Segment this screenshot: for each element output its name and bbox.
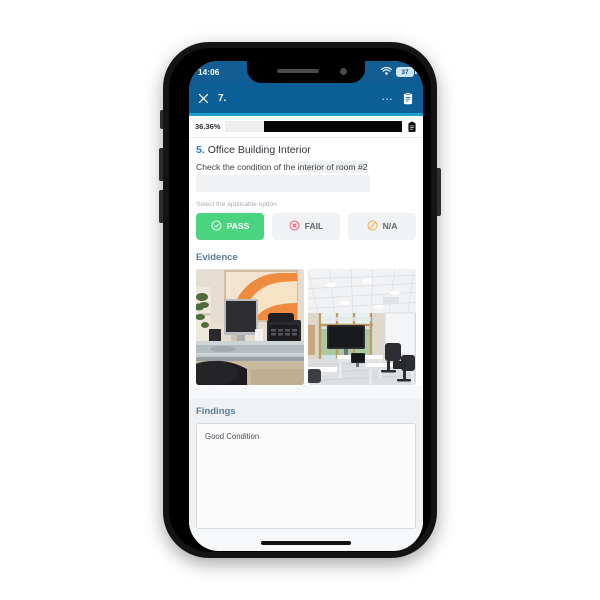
status-indicators: 37 <box>381 66 417 78</box>
check-circle-icon <box>211 220 222 233</box>
question-prompt: Check the condition of the interior of r… <box>196 161 416 192</box>
option-fail-label: FAIL <box>304 221 324 232</box>
prompt-highlight: interior of room #2 <box>297 161 368 173</box>
question-content: 5. Office Building Interior Check the co… <box>189 138 423 385</box>
option-fail[interactable]: FAIL <box>272 212 340 240</box>
option-na[interactable]: N/A <box>348 212 416 240</box>
front-camera <box>340 68 347 75</box>
progress-clipboard-icon[interactable] <box>407 121 417 133</box>
battery-indicator: 37 <box>396 67 417 77</box>
prompt-lead: Check the condition of the <box>196 162 296 172</box>
app-bar-title: 7. <box>218 92 227 104</box>
progress-bar-fill <box>264 121 402 132</box>
progress-row: 36.36% <box>189 116 423 138</box>
findings-input[interactable]: Good Condition <box>196 422 416 529</box>
phone-screen: 14:06 37 7. ... 36.36% 5. Office Buildin… <box>189 61 423 551</box>
option-group: PASS FAIL N/A <box>196 212 416 240</box>
evidence-photo-1[interactable] <box>196 268 304 385</box>
battery-level: 37 <box>401 68 409 76</box>
overflow-menu-button[interactable]: ... <box>381 90 393 106</box>
question-prompt-text: Check the condition of the interior of r… <box>196 161 416 174</box>
screenshot-stage: 14:06 37 7. ... 36.36% 5. Office Buildin… <box>0 0 600 600</box>
home-indicator[interactable] <box>261 541 351 545</box>
x-circle-icon <box>289 220 300 233</box>
progress-bar <box>225 121 402 132</box>
close-icon[interactable] <box>198 93 209 104</box>
app-bar: 7. ... <box>189 83 423 113</box>
earpiece-speaker <box>277 69 319 73</box>
phone-bezel: 14:06 37 7. ... 36.36% 5. Office Buildin… <box>169 48 431 552</box>
clipboard-icon[interactable] <box>402 91 414 105</box>
option-pass-label: PASS <box>226 221 250 232</box>
options-label: Select the applicable option <box>196 200 277 208</box>
wifi-icon <box>381 66 392 78</box>
progress-percent-label: 36.36% <box>195 122 221 131</box>
question-title-text: Office Building Interior <box>207 144 311 156</box>
evidence-heading: Evidence <box>196 251 238 263</box>
option-na-label: N/A <box>382 221 398 232</box>
phone-frame: 14:06 37 7. ... 36.36% 5. Office Buildin… <box>163 42 437 558</box>
prompt-blank-line <box>196 174 370 192</box>
phone-notch <box>247 61 365 83</box>
option-pass[interactable]: PASS <box>196 212 264 240</box>
findings-section: Findings Good Condition <box>189 398 423 529</box>
question-number: 5. <box>196 144 205 156</box>
evidence-gallery <box>196 268 416 385</box>
status-time: 14:06 <box>198 67 220 77</box>
no-entry-icon <box>367 220 378 233</box>
evidence-photo-2[interactable] <box>308 268 416 385</box>
question-title: 5. Office Building Interior <box>196 144 416 156</box>
findings-heading: Findings <box>196 405 236 417</box>
